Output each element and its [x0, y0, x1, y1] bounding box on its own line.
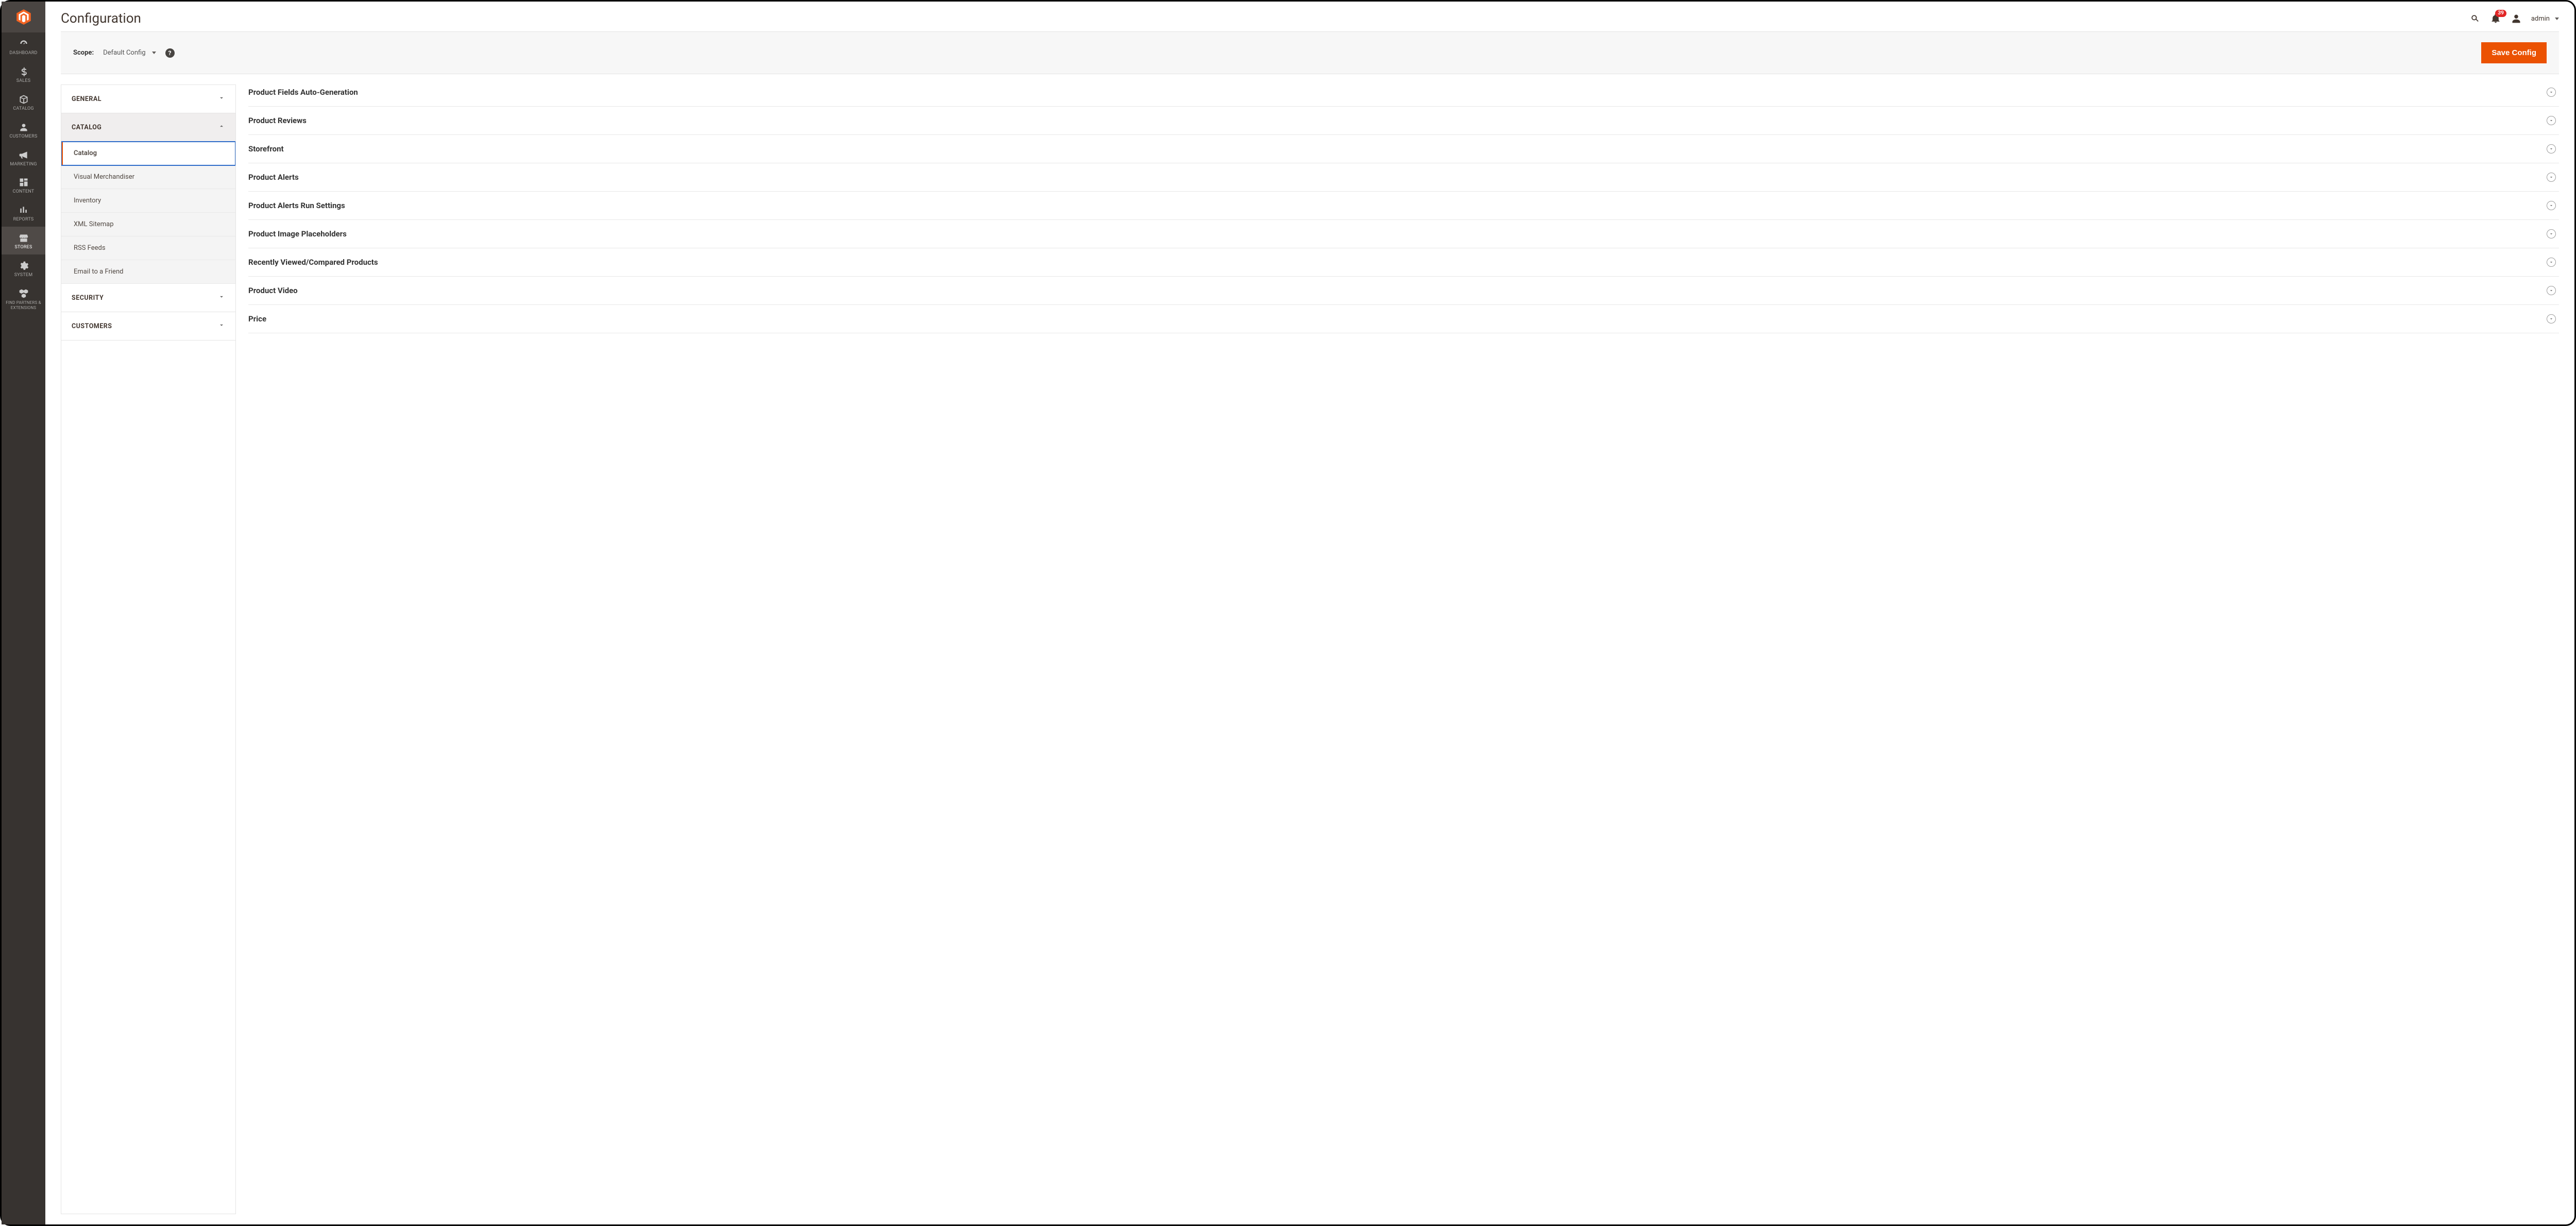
config-subitem-email-friend[interactable]: Email to a Friend	[61, 260, 235, 284]
config-group-catalog[interactable]: CATALOG	[61, 113, 235, 142]
config-nav: GENERAL CATALOG Catalog Visual Merchandi…	[61, 84, 236, 1214]
section-title: Recently Viewed/Compared Products	[248, 258, 378, 267]
sidebar-item-label: FIND PARTNERS & EXTENSIONS	[4, 301, 43, 311]
chevron-down-icon	[2547, 258, 2556, 267]
chevron-down-icon	[218, 94, 225, 104]
config-section-product-alerts[interactable]: Product Alerts	[248, 163, 2559, 192]
scope-label: Scope:	[73, 49, 94, 57]
sidebar-item-label: CATALOG	[4, 107, 43, 112]
sidebar-item-label: MARKETING	[4, 162, 43, 167]
page-title: Configuration	[61, 11, 141, 26]
config-subnav-catalog: Catalog Visual Merchandiser Inventory XM…	[61, 142, 235, 284]
help-icon[interactable]: ?	[165, 48, 175, 58]
sidebar-item-label: STORES	[4, 245, 43, 250]
person-icon	[4, 121, 43, 133]
config-group-label: GENERAL	[72, 95, 101, 103]
content-columns: GENERAL CATALOG Catalog Visual Merchandi…	[45, 84, 2574, 1224]
scope-bar: Scope: Default Config ? Save Config	[61, 31, 2559, 74]
sidebar-item-label: DASHBOARD	[4, 51, 43, 56]
top-actions: 39 admin	[2469, 13, 2559, 24]
save-button[interactable]: Save Config	[2481, 42, 2547, 63]
sidebar-item-dashboard[interactable]: DASHBOARD	[2, 32, 45, 60]
chevron-up-icon	[218, 123, 225, 132]
config-group-customers[interactable]: CUSTOMERS	[61, 312, 235, 340]
chevron-down-icon	[2547, 88, 2556, 97]
config-section-image-placeholders[interactable]: Product Image Placeholders	[248, 220, 2559, 248]
account-menu[interactable]: admin	[2531, 15, 2559, 23]
dashboard-icon	[4, 38, 43, 50]
config-section-product-reviews[interactable]: Product Reviews	[248, 107, 2559, 135]
chevron-down-icon	[218, 321, 225, 331]
config-section-product-alerts-run[interactable]: Product Alerts Run Settings	[248, 192, 2559, 220]
config-section-product-fields[interactable]: Product Fields Auto-Generation	[248, 84, 2559, 107]
config-group-label: SECURITY	[72, 294, 104, 302]
sidebar-item-system[interactable]: SYSTEM	[2, 254, 45, 282]
sidebar-item-catalog[interactable]: CATALOG	[2, 88, 45, 116]
blocks-icon	[4, 176, 43, 189]
bars-icon	[4, 204, 43, 216]
sidebar-item-label: CONTENT	[4, 190, 43, 195]
sidebar-item-label: CUSTOMERS	[4, 134, 43, 140]
config-section-price[interactable]: Price	[248, 305, 2559, 333]
sidebar-item-label: SALES	[4, 79, 43, 84]
sidebar-item-label: REPORTS	[4, 217, 43, 223]
section-title: Product Image Placeholders	[248, 229, 347, 239]
dollar-icon	[4, 65, 43, 78]
gear-icon	[4, 260, 43, 272]
section-title: Price	[248, 314, 266, 323]
chevron-down-icon	[2547, 173, 2556, 182]
config-sections: Product Fields Auto-Generation Product R…	[246, 84, 2559, 1214]
scope-select[interactable]: Default Config	[103, 49, 156, 57]
config-section-product-video[interactable]: Product Video	[248, 277, 2559, 305]
sidebar-item-content[interactable]: CONTENT	[2, 171, 45, 199]
main-area: Configuration 39 admin Scope: Default Co…	[45, 2, 2574, 1224]
section-title: Product Alerts	[248, 173, 299, 182]
chevron-down-icon	[2547, 286, 2556, 295]
sidebar-item-label: SYSTEM	[4, 273, 43, 278]
app-logo[interactable]	[2, 2, 45, 32]
chevron-down-icon	[2547, 116, 2556, 125]
config-subitem-inventory[interactable]: Inventory	[61, 189, 235, 213]
chevron-down-icon	[2547, 144, 2556, 154]
config-subitem-catalog[interactable]: Catalog	[61, 142, 235, 165]
section-title: Product Video	[248, 286, 298, 295]
config-subitem-rss[interactable]: RSS Feeds	[61, 236, 235, 260]
scope-value: Default Config	[103, 49, 145, 57]
sidebar-item-marketing[interactable]: MARKETING	[2, 144, 45, 172]
sidebar-item-partners[interactable]: FIND PARTNERS & EXTENSIONS	[2, 282, 45, 315]
top-bar: Configuration 39 admin	[45, 2, 2574, 31]
user-icon[interactable]	[2511, 13, 2522, 24]
boxes-icon	[4, 287, 43, 300]
sidebar-item-customers[interactable]: CUSTOMERS	[2, 116, 45, 144]
config-group-label: CATALOG	[72, 124, 101, 131]
chevron-down-icon	[2547, 314, 2556, 323]
sidebar-item-sales[interactable]: SALES	[2, 60, 45, 88]
section-title: Storefront	[248, 144, 284, 154]
config-subitem-visual-merch[interactable]: Visual Merchandiser	[61, 165, 235, 189]
notifications-badge: 39	[2495, 10, 2506, 17]
megaphone-icon	[4, 149, 43, 161]
section-title: Product Alerts Run Settings	[248, 201, 345, 210]
notifications-icon[interactable]: 39	[2490, 13, 2501, 24]
section-title: Product Fields Auto-Generation	[248, 88, 358, 97]
config-section-storefront[interactable]: Storefront	[248, 135, 2559, 163]
section-title: Product Reviews	[248, 116, 307, 125]
admin-sidebar: DASHBOARD SALES CATALOG CUSTOMERS MARKET…	[2, 2, 45, 1224]
chevron-down-icon	[2547, 229, 2556, 239]
config-subitem-xml-sitemap[interactable]: XML Sitemap	[61, 213, 235, 236]
config-group-label: CUSTOMERS	[72, 322, 112, 330]
search-icon[interactable]	[2469, 13, 2481, 24]
config-group-general[interactable]: GENERAL	[61, 85, 235, 113]
config-section-recently-viewed[interactable]: Recently Viewed/Compared Products	[248, 248, 2559, 277]
sidebar-item-reports[interactable]: REPORTS	[2, 199, 45, 227]
box-icon	[4, 93, 43, 106]
config-group-security[interactable]: SECURITY	[61, 284, 235, 312]
account-label: admin	[2531, 15, 2550, 23]
scope-left: Scope: Default Config ?	[73, 48, 175, 58]
storefront-icon	[4, 232, 43, 244]
sidebar-item-stores[interactable]: STORES	[2, 227, 45, 254]
chevron-down-icon	[2547, 201, 2556, 210]
chevron-down-icon	[218, 293, 225, 302]
